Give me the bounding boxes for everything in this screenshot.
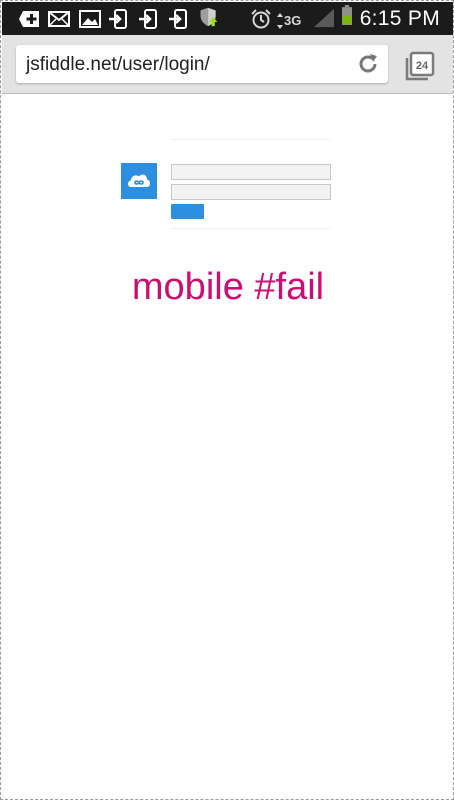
- reload-icon[interactable]: [356, 52, 380, 76]
- password-field[interactable]: [171, 184, 331, 200]
- clock: 6:15 PM: [359, 7, 440, 30]
- cloud-infinity-icon: [128, 174, 150, 187]
- login-button[interactable]: [171, 204, 204, 219]
- mail-icon: [48, 11, 70, 27]
- usb-icon: [169, 9, 187, 29]
- data-arrows-icon: [277, 13, 283, 29]
- status-bar: 3G 6:15 PM: [2, 2, 453, 35]
- signal-icon: [314, 8, 334, 28]
- image-icon: [79, 10, 101, 28]
- add-box-icon: [19, 11, 39, 27]
- url-text[interactable]: jsfiddle.net/user/login/: [26, 54, 210, 76]
- shield-upload-icon: [200, 7, 218, 27]
- login-form: [121, 139, 333, 229]
- usb-icon: [109, 9, 127, 29]
- jsfiddle-logo[interactable]: [121, 163, 157, 199]
- tabs-button[interactable]: 24: [404, 50, 436, 82]
- address-bar[interactable]: jsfiddle.net/user/login/: [16, 45, 388, 83]
- caption-text: mobile #fail: [131, 266, 325, 308]
- form-area: [171, 139, 331, 229]
- browser-toolbar: jsfiddle.net/user/login/ 24: [2, 35, 453, 94]
- network-type-label: 3G: [284, 13, 302, 28]
- web-page: mobile #fail: [2, 94, 453, 799]
- battery-icon: [342, 5, 352, 25]
- tabs-icon: 24: [405, 51, 435, 81]
- alarm-icon: [251, 9, 271, 29]
- username-field[interactable]: [171, 164, 331, 180]
- phone-screen: 3G 6:15 PM jsfiddle.net/user/login/ 24 m…: [0, 0, 454, 800]
- usb-icon: [139, 9, 157, 29]
- tab-count: 24: [416, 60, 429, 72]
